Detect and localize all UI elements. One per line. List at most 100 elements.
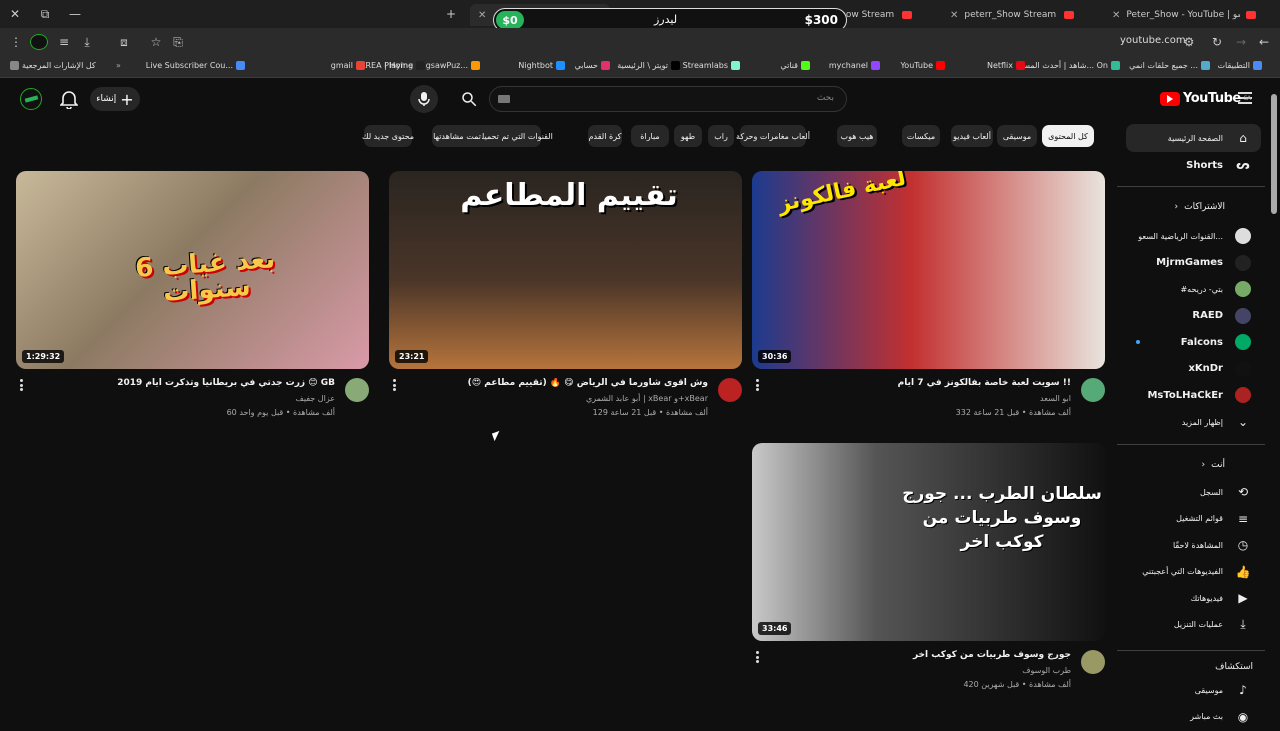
channel-avatar[interactable] xyxy=(1081,650,1105,674)
video-channel-name[interactable]: أبو عابد الشمري | xBear و+xBear xyxy=(586,394,708,403)
sidebar-item[interactable]: موسيقى ♪ xyxy=(1126,676,1261,704)
filter-chip[interactable]: كرة القدم xyxy=(588,125,622,147)
sidebar-item[interactable]: بث مباشر ◉ xyxy=(1126,703,1261,731)
bookmark-item[interactable]: كل الإشارات المرجعية xyxy=(10,61,96,70)
sidebar-item[interactable]: الفيديوهات التي أعجبتني 👍 xyxy=(1126,558,1261,586)
bookmark-star-icon[interactable]: ☆ xyxy=(148,34,164,50)
filter-chip[interactable]: موسيقى xyxy=(997,125,1037,147)
close-window-icon[interactable]: ✕ xyxy=(0,0,30,28)
video-channel-name[interactable]: ابو السعد xyxy=(1040,394,1071,403)
forward-icon[interactable]: → xyxy=(1233,34,1249,50)
notifications-button[interactable] xyxy=(59,89,79,110)
create-button[interactable]: إنشاء + xyxy=(90,87,140,111)
bookmark-item[interactable]: تويتر \ الرئيسية xyxy=(617,61,680,70)
filter-chip[interactable]: راب xyxy=(708,125,734,147)
minimize-icon[interactable]: — xyxy=(60,0,90,28)
sidebar-subscription[interactable]: RAED xyxy=(1126,302,1261,330)
url-text[interactable]: youtube.com xyxy=(1120,35,1186,46)
bookmark-item[interactable]: Nightbot xyxy=(518,61,565,70)
filter-chip[interactable]: هيب هوب xyxy=(837,125,877,147)
keyboard-icon[interactable] xyxy=(498,95,510,103)
account-avatar[interactable] xyxy=(20,88,42,110)
extensions-icon[interactable]: ⧈ xyxy=(116,34,132,50)
channel-avatar[interactable] xyxy=(1081,378,1105,402)
tab-close-icon[interactable]: ✕ xyxy=(478,10,486,21)
more-actions-icon[interactable] xyxy=(389,377,399,393)
video-card[interactable]: سلطان الطرب ... جورج وسوف طربيات من كوكب… xyxy=(752,443,1105,703)
bookmarks-overflow-icon[interactable]: » xyxy=(116,61,121,70)
search-input[interactable]: بحث xyxy=(489,86,847,112)
filter-chip[interactable]: ألعاب مغامرات وحركة xyxy=(736,125,810,147)
video-thumbnail[interactable]: لعبة فالكونز 30:36 xyxy=(752,171,1105,369)
new-tab-icon[interactable]: + xyxy=(436,0,466,28)
restore-icon[interactable]: ⧉ xyxy=(30,0,60,28)
video-channel-name[interactable]: عزال جفيف xyxy=(296,394,335,403)
sidebar-item-home[interactable]: الصفحة الرئيسية ⌂ xyxy=(1126,124,1261,152)
bookmark-item[interactable]: YouTube xyxy=(900,61,945,70)
sidebar-subscription[interactable]: Falcons xyxy=(1126,328,1261,356)
you-header[interactable]: › أنت xyxy=(1202,460,1225,470)
bookmark-item[interactable]: mychanel xyxy=(829,61,880,70)
install-app-icon[interactable]: ⎘ xyxy=(170,34,186,50)
youtube-logo[interactable]: YouTube SA xyxy=(1160,91,1251,106)
scrollbar-thumb[interactable] xyxy=(1271,94,1277,214)
filter-chip[interactable]: ميكسات xyxy=(902,125,940,147)
sidebar-subscription[interactable]: #بتي- دريحه xyxy=(1126,275,1261,303)
bookmark-item[interactable]: شاهد | أحدث المسل... On xyxy=(1017,61,1120,70)
filter-chip[interactable]: محتوى جديد لك xyxy=(362,125,414,147)
bookmark-item[interactable]: Netflix xyxy=(987,61,1025,70)
video-title[interactable]: سويت لعبة خاصة بفالكونز في 7 ايام !! xyxy=(771,378,1071,388)
sidebar-subscription[interactable]: xKnDr xyxy=(1126,355,1261,383)
sidebar-item[interactable]: عمليات التنزيل ⤓ xyxy=(1126,611,1261,639)
back-icon[interactable]: ← xyxy=(1256,34,1272,50)
bookmark-item[interactable]: Streamlabs xyxy=(683,61,740,70)
bookmark-item[interactable]: gmail xyxy=(331,61,365,70)
bookmark-item[interactable]: حسابي xyxy=(575,61,610,70)
page-scrollbar[interactable] xyxy=(1270,84,1278,720)
sidebar-item-shorts[interactable]: Shorts ᔕ xyxy=(1126,151,1261,179)
download-icon[interactable]: ⤓ xyxy=(79,34,95,50)
sidebar-item[interactable]: السجل ⟲ xyxy=(1126,478,1261,506)
more-actions-icon[interactable] xyxy=(752,649,762,665)
video-card[interactable]: لعبة فالكونز 30:36 سويت لعبة خاصة بفالكونز… xyxy=(752,171,1105,431)
tab-close-icon[interactable]: ✕ xyxy=(1112,10,1120,21)
video-card[interactable]: تقييم المطاعم 23:21 وش أقوى شاورما في الري… xyxy=(389,171,742,431)
sidebar-subscription[interactable]: MjrmGames xyxy=(1126,249,1261,277)
search-button[interactable] xyxy=(456,88,482,110)
sidebar-item[interactable]: المشاهدة لاحقًا ◷ xyxy=(1126,531,1261,559)
channel-avatar[interactable] xyxy=(718,378,742,402)
sidebar-show-more[interactable]: إظهار المزيد ⌄ xyxy=(1126,408,1261,436)
menu-dots-icon[interactable]: ⋮ xyxy=(8,34,24,50)
bookmark-item[interactable]: Live Subscriber Cou... xyxy=(146,61,245,70)
video-title[interactable]: زرت جدتي في بريطانيا وتذكرت أيام 2019 😊 … xyxy=(35,378,335,388)
video-thumbnail[interactable]: تقييم المطاعم 23:21 xyxy=(389,171,742,369)
filter-chip[interactable]: مباراة xyxy=(631,125,669,147)
video-thumbnail[interactable]: بعد غياب 6 سنوات 1:29:32 xyxy=(16,171,369,369)
filter-chip[interactable]: ألعاب فيديو xyxy=(951,125,993,147)
filter-chip[interactable]: كل المحتوى xyxy=(1042,125,1094,147)
browser-tab[interactable]: ✕ peterr_Show Stream - Watch Li xyxy=(942,4,1082,26)
filter-chip[interactable]: طهو xyxy=(674,125,702,147)
subscriptions-header[interactable]: › الاشتراكات xyxy=(1175,202,1225,212)
filter-chip[interactable]: تمت مشاهدتها xyxy=(432,125,482,147)
sidebar-subscription[interactable]: MsToLHaCkEr xyxy=(1126,381,1261,409)
video-channel-name[interactable]: طرب الوسوف xyxy=(1022,666,1071,675)
sidebar-item[interactable]: فيديوهاتك ▶ xyxy=(1126,584,1261,612)
bookmark-item[interactable]: KREA | Home xyxy=(360,61,425,70)
sidebar-item[interactable]: قوائم التشغيل ≡ xyxy=(1126,505,1261,533)
media-icon[interactable]: ≡ xyxy=(56,34,72,50)
video-thumbnail[interactable]: سلطان الطرب ... جورج وسوف طربيات من كوكب… xyxy=(752,443,1105,641)
voice-search-button[interactable] xyxy=(410,85,438,113)
browser-tab[interactable]: ✕ Peter_Show - YouTube | بيتر شو xyxy=(1104,4,1264,26)
reload-icon[interactable]: ↻ xyxy=(1209,34,1225,50)
video-card[interactable]: بعد غياب 6 سنوات 1:29:32 زرت جدتي في بريطا… xyxy=(16,171,369,431)
site-settings-icon[interactable]: ⚙ xyxy=(1181,34,1197,50)
sidebar-subscription[interactable]: القنوات الرياضية السعو... xyxy=(1126,222,1261,250)
tab-close-icon[interactable]: ✕ xyxy=(950,10,958,21)
more-actions-icon[interactable] xyxy=(752,377,762,393)
video-title[interactable]: جورج وسوف طربيات من كوكب اخر xyxy=(771,650,1071,660)
profile-icon[interactable] xyxy=(30,34,48,50)
more-actions-icon[interactable] xyxy=(16,377,26,393)
video-title[interactable]: وش أقوى شاورما في الرياض 😋 🔥 (تقييم مطاع… xyxy=(408,378,708,388)
bookmark-item[interactable]: جميع حلقات انمي ... xyxy=(1129,61,1210,70)
